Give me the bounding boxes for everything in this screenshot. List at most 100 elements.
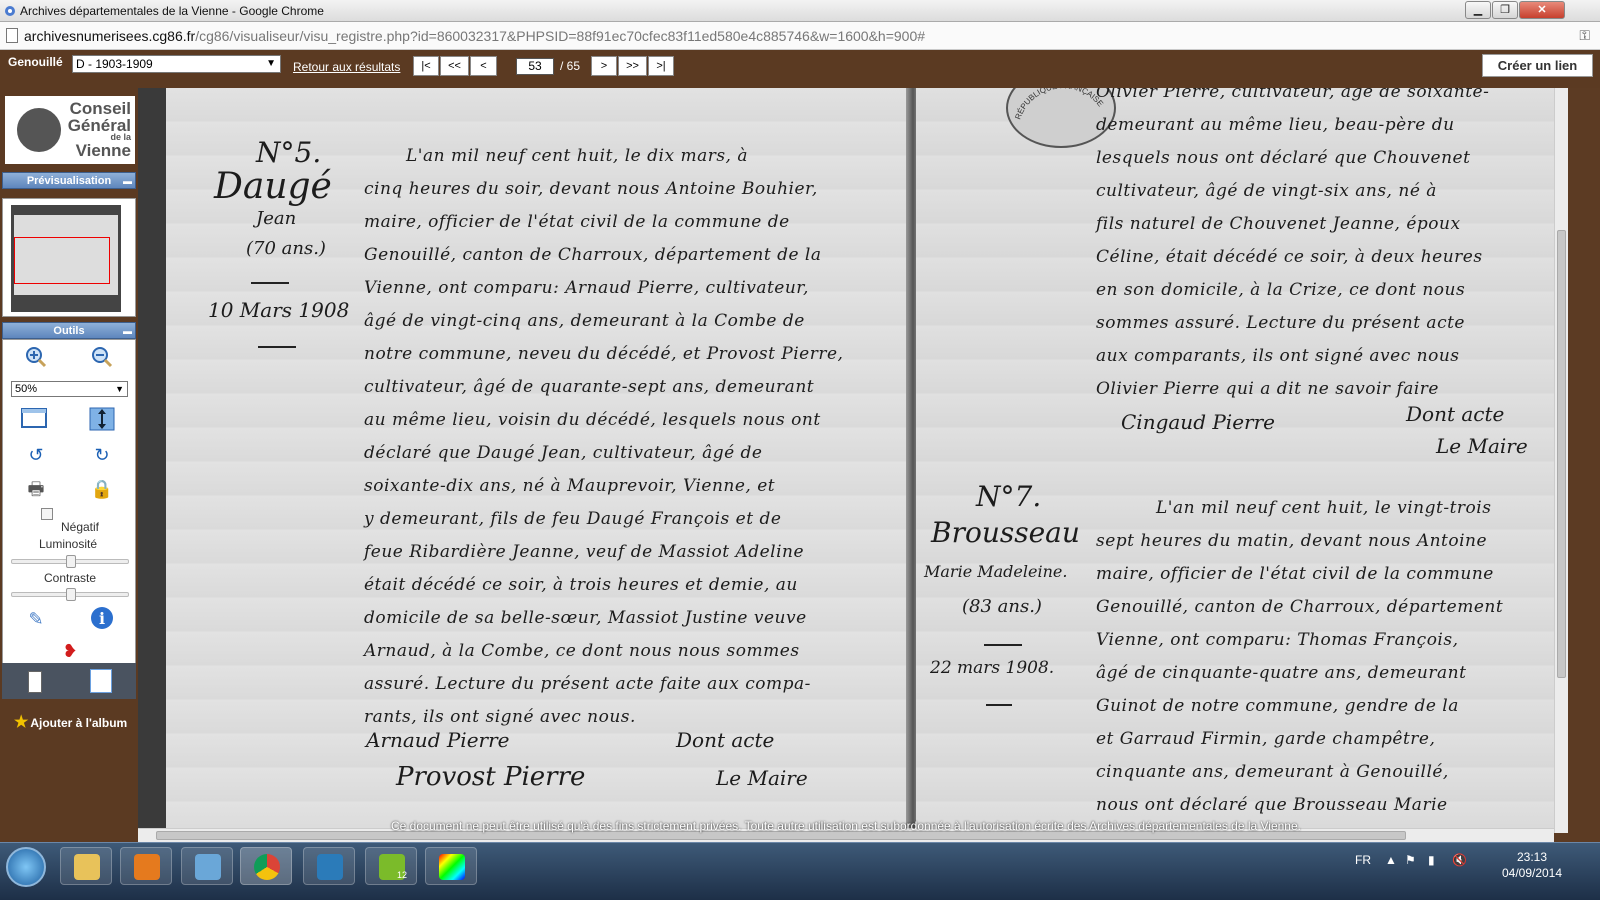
close-button[interactable]: ✕: [1519, 1, 1565, 19]
svg-text:i: i: [99, 609, 105, 628]
page-number-input[interactable]: 53: [516, 58, 554, 75]
lock-icon[interactable]: 🔒: [89, 476, 115, 502]
add-to-album-button[interactable]: ★ Ajouter à l'album: [14, 712, 127, 732]
margin-rule: [986, 704, 1012, 706]
register-select[interactable]: D - 1903-1909 ▼: [72, 55, 281, 73]
double-page-view-icon[interactable]: [90, 669, 112, 693]
viewer-toolbar: Genouillé D - 1903-1909 ▼ Retour aux résu…: [0, 50, 1600, 88]
chevron-down-icon: ▼: [266, 58, 276, 69]
document-viewer[interactable]: N°5. Daugé Jean (70 ans.) 10 Mars 1908 L…: [138, 88, 1554, 833]
deceased-surname: Brousseau: [931, 516, 1080, 549]
photo-icon: [195, 854, 221, 880]
key-icon[interactable]: ⚿: [1579, 27, 1590, 44]
eraser-icon[interactable]: ✎: [23, 606, 49, 632]
signature: Dont acte: [1406, 402, 1505, 426]
url-text[interactable]: archivesnumerisees.cg86.fr/cg86/visualis…: [24, 28, 925, 44]
contrast-slider-handle[interactable]: [66, 588, 76, 601]
chevron-down-icon: ▼: [115, 384, 124, 394]
signature: Le Maire: [716, 766, 808, 790]
taskbar-photo-viewer[interactable]: [181, 847, 233, 885]
margin-rule: [258, 346, 296, 348]
brightness-slider-handle[interactable]: [66, 555, 76, 568]
chrome-icon: [254, 854, 280, 880]
deceased-firstname: Jean: [256, 208, 297, 229]
preview-panel-header[interactable]: Prévisualisation ▬: [2, 172, 136, 189]
taskbar-chrome[interactable]: [240, 847, 292, 885]
contrast-slider[interactable]: [11, 588, 129, 601]
brightness-slider[interactable]: [11, 555, 129, 568]
view-mode-bar: [2, 663, 136, 699]
brightness-label: Luminosité: [38, 537, 98, 551]
minimize-button[interactable]: ▁: [1465, 1, 1491, 19]
margin-rule: [984, 644, 1022, 646]
annotation-icon[interactable]: ❥: [57, 638, 83, 664]
negative-checkbox[interactable]: [41, 508, 53, 520]
rotate-left-icon[interactable]: ↺: [23, 442, 49, 468]
zoom-out-icon[interactable]: [89, 346, 115, 372]
single-page-view-icon[interactable]: [28, 671, 42, 693]
show-hidden-icons-icon[interactable]: ▲: [1385, 853, 1397, 867]
tools-panel: 50% ▼ ↺ ↻ 🖶 🔒 Négatif Luminosité Contrast…: [2, 339, 136, 664]
signature: Provost Pierre: [396, 762, 586, 792]
deceased-firstname: Marie Madeleine.: [924, 562, 1068, 581]
rotate-right-icon[interactable]: ↻: [89, 442, 115, 468]
print-icon[interactable]: 🖶: [23, 476, 49, 502]
zoom-select[interactable]: 50% ▼: [11, 381, 128, 397]
previous-page-button[interactable]: <: [470, 56, 497, 76]
taskbar-app-12[interactable]: 12: [365, 847, 417, 885]
window-title: Archives départementales de la Vienne - …: [20, 4, 324, 18]
language-indicator[interactable]: FR: [1355, 853, 1371, 867]
palette-icon: [439, 854, 465, 880]
signature: Arnaud Pierre: [366, 728, 510, 752]
preview-thumbnail[interactable]: [11, 205, 121, 312]
page-total: / 65: [560, 59, 581, 73]
collapse-icon[interactable]: ▬: [123, 173, 132, 190]
back-to-results-link[interactable]: Retour aux résultats: [293, 60, 400, 74]
act-date: 22 mars 1908.: [930, 658, 1055, 678]
commune-label: Genouillé: [8, 55, 63, 69]
next-page-button[interactable]: >: [591, 56, 617, 76]
clock[interactable]: 23:13 04/09/2014: [1500, 849, 1564, 881]
signature: Cingaud Pierre: [1121, 410, 1275, 434]
left-sidebar: Conseil Général de la Vienne Prévisualis…: [0, 88, 138, 858]
last-page-button[interactable]: >|: [648, 56, 674, 76]
taskbar-media-player[interactable]: [120, 847, 172, 885]
monitor-icon: [317, 854, 343, 880]
fit-width-icon[interactable]: [21, 407, 47, 433]
volume-muted-icon[interactable]: 🔇: [1452, 853, 1467, 867]
restore-button[interactable]: ❐: [1492, 1, 1518, 19]
act-date: 10 Mars 1908: [208, 298, 350, 322]
vertical-scroll-thumb[interactable]: [1557, 230, 1566, 678]
preview-panel[interactable]: [2, 198, 136, 317]
info-icon[interactable]: i: [89, 606, 115, 632]
register-page-left: N°5. Daugé Jean (70 ans.) 10 Mars 1908 L…: [166, 88, 912, 833]
media-icon: [134, 854, 160, 880]
margin-rule: [251, 282, 289, 284]
vertical-scrollbar[interactable]: [1554, 88, 1568, 833]
negative-label: Négatif: [60, 520, 100, 534]
taskbar-explorer[interactable]: [60, 847, 112, 885]
taskbar-monitor-app[interactable]: [303, 847, 355, 885]
back-ten-pages-button[interactable]: <<: [440, 56, 469, 76]
act-number: N°5.: [256, 136, 322, 169]
first-page-button[interactable]: |<: [413, 56, 439, 76]
forward-ten-pages-button[interactable]: >>: [618, 56, 647, 76]
tools-panel-header[interactable]: Outils ▬: [2, 322, 136, 339]
address-bar[interactable]: archivesnumerisees.cg86.fr/cg86/visualis…: [0, 22, 1600, 50]
register-page-right: RÉPUBLIQUE FRANÇAISE Olivier Pierre, cul…: [916, 88, 1554, 833]
deceased-age: (70 ans.): [246, 238, 326, 259]
act-number: N°7.: [976, 480, 1042, 513]
create-link-button[interactable]: Créer un lien: [1482, 54, 1593, 77]
battery-icon[interactable]: ▮: [1428, 853, 1435, 867]
contrast-label: Contraste: [43, 571, 97, 585]
signature: Le Maire: [1436, 434, 1528, 458]
taskbar-color-app[interactable]: [425, 847, 477, 885]
viewport-frame[interactable]: [14, 237, 110, 284]
deceased-surname: Daugé: [214, 166, 332, 207]
fit-page-icon[interactable]: [89, 407, 115, 433]
start-button[interactable]: [6, 847, 46, 887]
zoom-in-icon[interactable]: [23, 346, 49, 372]
action-center-flag-icon[interactable]: ⚑: [1405, 853, 1416, 867]
deceased-age: (83 ans.): [962, 596, 1042, 617]
collapse-icon[interactable]: ▬: [123, 323, 132, 340]
